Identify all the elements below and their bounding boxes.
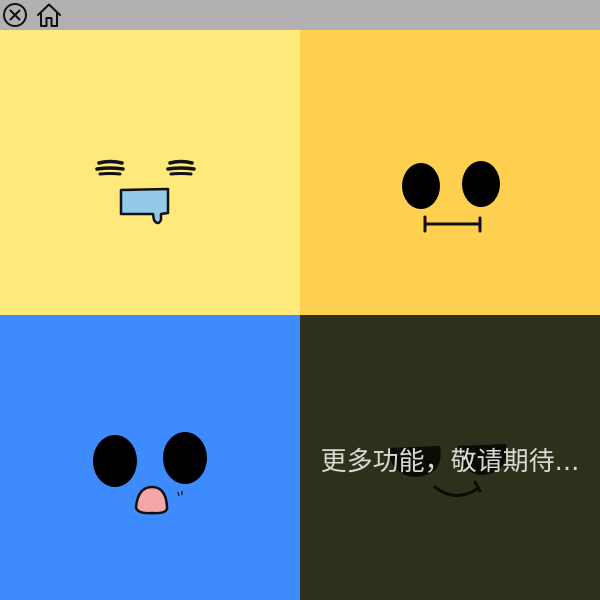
tile-sleepy-face[interactable]: [0, 30, 300, 315]
home-button[interactable]: [35, 1, 63, 29]
sleepy-drool-face-icon: [0, 30, 300, 315]
emoji-grid: 更多功能，敬请期待...: [0, 30, 600, 600]
top-toolbar: [0, 0, 600, 30]
neutral-face-icon: [300, 30, 600, 315]
tile-surprised-face[interactable]: [0, 315, 300, 600]
coming-soon-text: 更多功能，敬请期待...: [320, 447, 580, 477]
close-button[interactable]: [1, 1, 29, 29]
home-icon: [37, 3, 61, 27]
tile-coming-soon[interactable]: 更多功能，敬请期待...: [300, 315, 600, 600]
surprised-pink-nose-face-icon: [0, 315, 300, 600]
tile-neutral-face[interactable]: [300, 30, 600, 315]
close-circle-icon: [3, 3, 27, 27]
